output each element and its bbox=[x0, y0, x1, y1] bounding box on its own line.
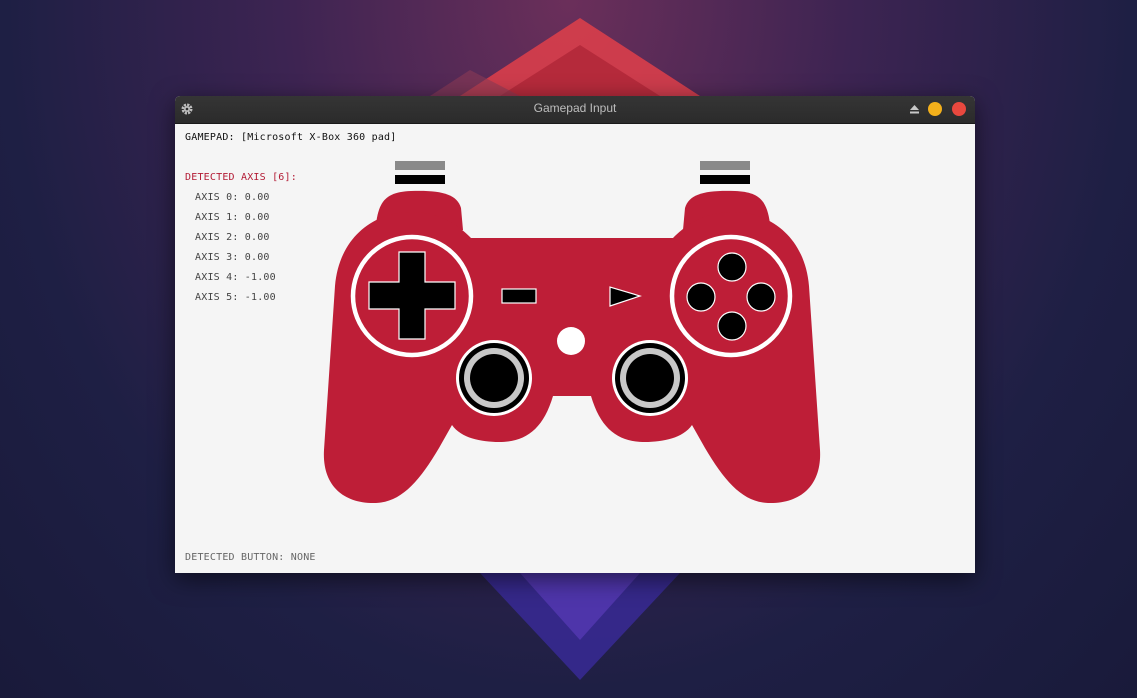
face-button-top bbox=[717, 252, 747, 282]
controller-body bbox=[323, 212, 821, 504]
axis-row-2: AXIS 2: 0.00 bbox=[195, 232, 270, 243]
left-thumbstick bbox=[456, 340, 532, 416]
left-bumper-indicator bbox=[395, 175, 445, 184]
gamepad-diagram bbox=[323, 161, 821, 504]
right-thumbstick bbox=[612, 340, 688, 416]
axis-row-3: AXIS 3: 0.00 bbox=[195, 252, 270, 263]
eject-icon[interactable] bbox=[909, 104, 920, 115]
left-trigger-indicator bbox=[395, 161, 445, 170]
axis-row-4: AXIS 4: -1.00 bbox=[195, 272, 276, 283]
main-content: GAMEPAD: [Microsoft X-Box 360 pad] DETEC… bbox=[175, 124, 975, 573]
window-title: Gamepad Input bbox=[533, 101, 617, 115]
select-button bbox=[501, 288, 537, 304]
minimize-button[interactable] bbox=[928, 102, 942, 116]
face-button-bottom bbox=[717, 311, 747, 341]
titlebar: Gamepad Input bbox=[175, 96, 975, 124]
detected-button-status: DETECTED BUTTON: NONE bbox=[185, 552, 316, 563]
axis-row-0: AXIS 0: 0.00 bbox=[195, 192, 270, 203]
right-trigger-indicator bbox=[700, 161, 750, 170]
right-bumper-indicator bbox=[700, 175, 750, 184]
axis-row-1: AXIS 1: 0.00 bbox=[195, 212, 270, 223]
close-button[interactable] bbox=[952, 102, 966, 116]
axis-header: DETECTED AXIS [6]: bbox=[185, 172, 297, 183]
face-button-left bbox=[686, 282, 716, 312]
app-window: Gamepad Input GAMEPAD: [Microsoft X-Box … bbox=[175, 96, 975, 573]
axis-row-5: AXIS 5: -1.00 bbox=[195, 292, 276, 303]
guide-button bbox=[557, 327, 585, 355]
gamepad-name: GAMEPAD: [Microsoft X-Box 360 pad] bbox=[185, 132, 397, 143]
face-button-right bbox=[746, 282, 776, 312]
